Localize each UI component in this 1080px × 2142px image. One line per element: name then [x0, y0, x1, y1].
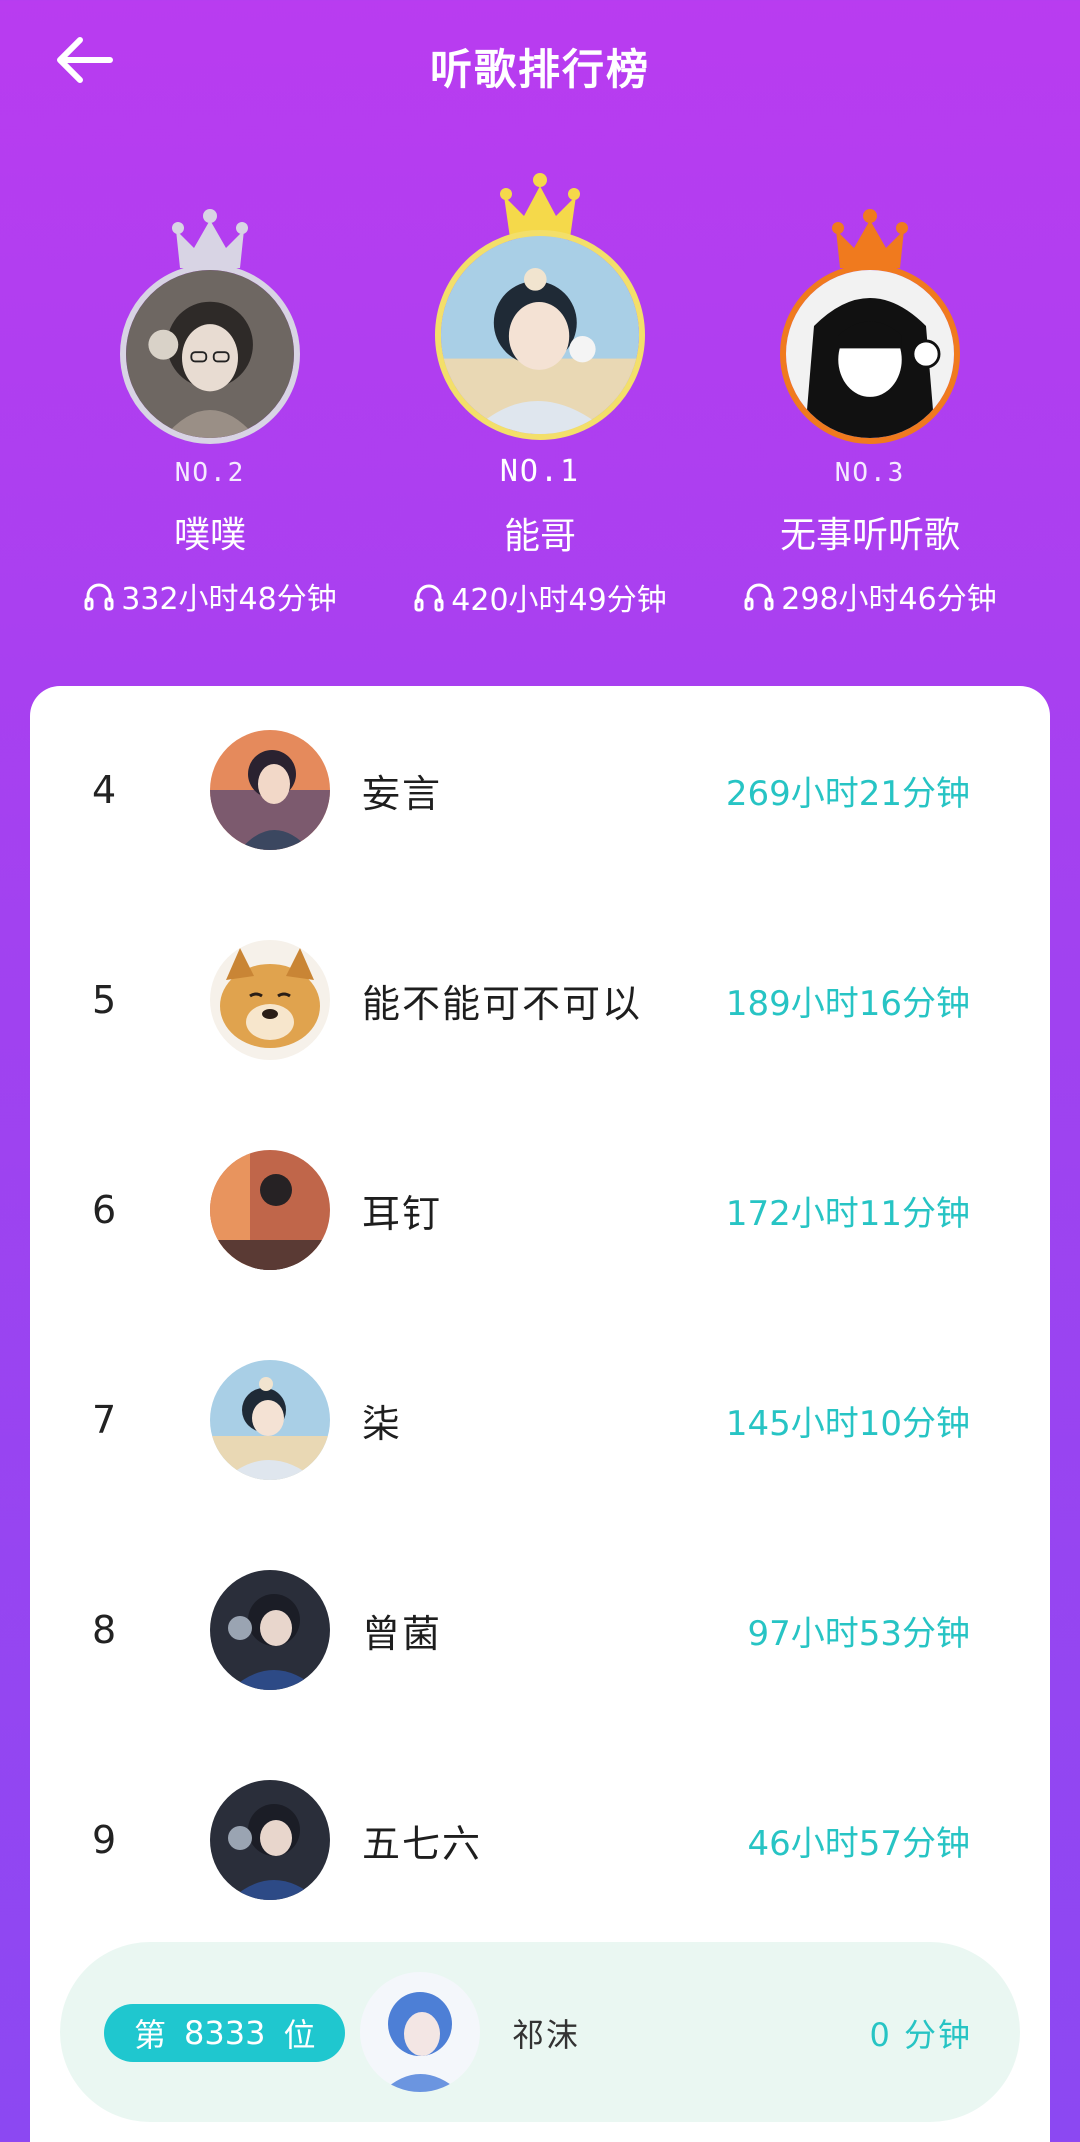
podium-name: 噗噗 — [173, 515, 246, 556]
podium-first[interactable]: NO.1 能哥 420小时49分钟 — [380, 172, 700, 619]
avatar — [210, 1150, 330, 1270]
row-name: 曾菌 — [362, 1611, 443, 1656]
avatar — [210, 940, 330, 1060]
avatar — [120, 264, 300, 444]
rank-label: NO.2 — [174, 458, 246, 488]
row-rank: 8 — [92, 1608, 117, 1652]
crown-icon — [832, 209, 908, 268]
listen-time: 298小时46分钟 — [710, 574, 1030, 618]
headphones-icon — [414, 584, 444, 612]
rank-label: NO.1 — [499, 454, 581, 489]
avatar — [210, 1360, 330, 1480]
row-name: 妄言 — [362, 771, 443, 816]
podium-name: 无事听听歌 — [779, 515, 960, 556]
row-time: 189小时16分钟 — [725, 983, 970, 1024]
list-item[interactable]: 7 柒 145小时10分钟 — [30, 1360, 1050, 1480]
crown-icon — [172, 209, 248, 268]
row-time: 46小时57分钟 — [747, 1823, 970, 1864]
row-time: 97小时53分钟 — [747, 1613, 970, 1654]
rank-label: NO.3 — [834, 458, 906, 488]
row-time: 172小时11分钟 — [725, 1193, 970, 1234]
row-rank: 5 — [92, 978, 117, 1022]
row-time: 145小时10分钟 — [725, 1403, 970, 1444]
rank-suffix: 位 — [283, 2016, 316, 2054]
my-name: 祁沫 — [512, 2016, 581, 2054]
listen-time-value: 298小时46分钟 — [781, 582, 997, 617]
page-title: 听歌排行榜 — [429, 45, 650, 94]
row-time: 269小时21分钟 — [725, 773, 970, 814]
avatar — [360, 1972, 480, 2092]
avatar — [210, 1570, 330, 1690]
headphones-icon — [744, 583, 774, 611]
my-rank-bar[interactable]: 第 8333 位 祁沫 0 分钟 — [60, 1942, 1020, 2122]
avatar — [780, 264, 960, 444]
listen-time-value: 420小时49分钟 — [451, 583, 667, 618]
row-rank: 9 — [92, 1818, 117, 1862]
row-rank: 7 — [92, 1398, 117, 1442]
avatar — [210, 730, 330, 850]
list-item[interactable]: 9 五七六 46小时57分钟 — [30, 1780, 1050, 1900]
headphones-icon — [84, 583, 114, 611]
avatar — [435, 230, 645, 440]
row-name: 五七六 — [362, 1821, 483, 1866]
listen-time-value: 332小时48分钟 — [121, 582, 337, 617]
listen-time: 332小时48分钟 — [50, 574, 370, 618]
avatar — [210, 1780, 330, 1900]
my-rank-badge: 第 8333 位 — [104, 2004, 346, 2062]
podium-third[interactable]: NO.3 无事听听歌 298小时46分钟 — [710, 208, 1030, 618]
row-name: 柒 — [362, 1401, 403, 1446]
podium-second[interactable]: NO.2 噗噗 332小时48分钟 — [50, 208, 370, 618]
podium-name: 能哥 — [503, 516, 576, 557]
ranking-list: 4 妄言 269小时21分钟 5 能不能可不可以 189小时16分钟 6 耳钉 … — [30, 686, 1050, 2142]
rank-prefix: 第 — [134, 2016, 167, 2054]
top-bar: 听歌排行榜 — [0, 0, 1080, 130]
rank-number: 8333 — [184, 2014, 266, 2052]
listen-time: 420小时49分钟 — [380, 575, 700, 619]
list-item[interactable]: 6 耳钉 172小时11分钟 — [30, 1150, 1050, 1270]
row-name: 耳钉 — [362, 1191, 443, 1236]
row-rank: 4 — [92, 768, 117, 812]
row-name: 能不能可不可以 — [362, 981, 643, 1026]
list-item[interactable]: 4 妄言 269小时21分钟 — [30, 730, 1050, 850]
list-item[interactable]: 8 曾菌 97小时53分钟 — [30, 1570, 1050, 1690]
my-time: 0 分钟 — [869, 2016, 972, 2054]
row-rank: 6 — [92, 1188, 117, 1232]
list-item[interactable]: 5 能不能可不可以 189小时16分钟 — [30, 940, 1050, 1060]
